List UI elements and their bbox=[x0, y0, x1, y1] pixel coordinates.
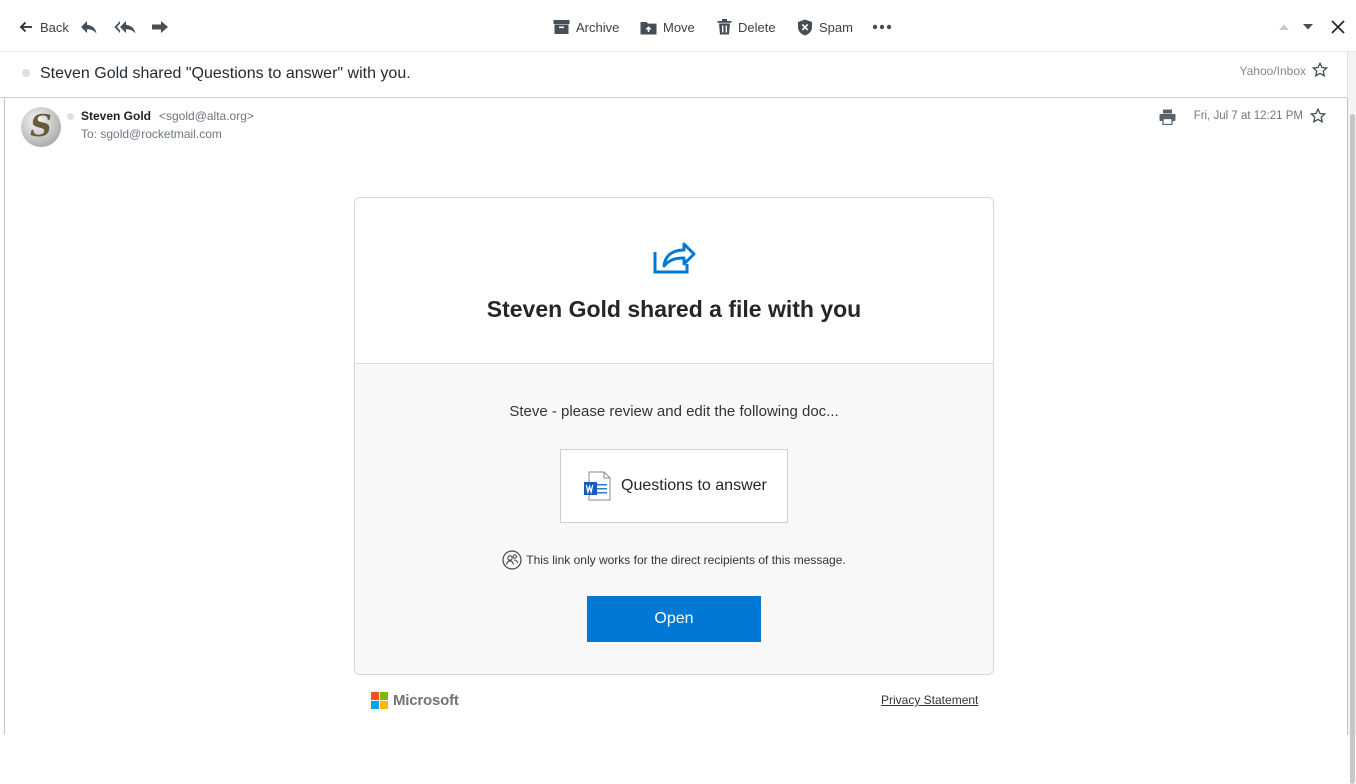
star-outline-icon bbox=[1311, 61, 1329, 78]
microsoft-grid-icon bbox=[371, 692, 388, 709]
reply-button[interactable] bbox=[80, 14, 98, 40]
sender-email: <sgold@alta.org> bbox=[159, 109, 254, 123]
arrow-left-icon bbox=[19, 21, 32, 33]
share-card: Steven Gold shared a file with you Steve… bbox=[354, 197, 994, 675]
link-restriction-note: This link only works for the direct reci… bbox=[355, 550, 993, 570]
scrollbar-track[interactable] bbox=[1347, 52, 1356, 784]
back-button[interactable]: Back bbox=[18, 14, 69, 40]
share-arrow-icon bbox=[652, 236, 696, 281]
message-toolbar: Back Archive Move Delete Spam bbox=[0, 0, 1356, 52]
forward-button[interactable] bbox=[151, 14, 169, 40]
scrollbar-thumb[interactable] bbox=[1350, 114, 1355, 784]
star-conversation-button[interactable] bbox=[1311, 61, 1329, 83]
share-message: Steve - please review and edit the follo… bbox=[509, 403, 839, 420]
unread-dot bbox=[22, 69, 30, 77]
delete-label: Delete bbox=[738, 19, 776, 35]
archive-label: Archive bbox=[576, 19, 620, 35]
open-button[interactable]: Open bbox=[587, 596, 761, 642]
shared-file-name: Questions to answer bbox=[621, 477, 767, 494]
sender-status-dot bbox=[67, 113, 74, 120]
archive-icon bbox=[553, 20, 570, 34]
share-title: Steven Gold shared a file with you bbox=[486, 296, 862, 322]
sender-name[interactable]: Steven Gold bbox=[81, 109, 151, 123]
avatar-letter: S bbox=[30, 109, 52, 144]
star-message-button[interactable] bbox=[1309, 107, 1327, 129]
print-button[interactable] bbox=[1159, 109, 1176, 130]
reply-all-button[interactable] bbox=[114, 14, 138, 40]
avatar: S bbox=[21, 107, 61, 147]
more-dots-icon bbox=[872, 24, 892, 30]
move-label: Move bbox=[663, 19, 695, 35]
people-circle-icon bbox=[502, 550, 522, 570]
back-label: Back bbox=[40, 19, 69, 35]
star-outline-icon bbox=[1309, 107, 1327, 124]
microsoft-wordmark: Microsoft bbox=[393, 692, 459, 709]
move-button[interactable]: Move bbox=[640, 14, 695, 40]
privacy-statement-link[interactable]: Privacy Statement bbox=[881, 693, 978, 707]
printer-icon bbox=[1159, 109, 1176, 126]
archive-button[interactable]: Archive bbox=[553, 14, 619, 40]
recipient-line: To: sgold@rocketmail.com bbox=[81, 127, 222, 141]
more-button[interactable] bbox=[872, 14, 892, 40]
subject-title: Steven Gold shared "Questions to answer"… bbox=[40, 65, 411, 82]
previous-message-button[interactable] bbox=[1278, 14, 1290, 40]
folder-move-icon bbox=[640, 21, 657, 34]
word-document-icon bbox=[583, 471, 611, 506]
message-date: Fri, Jul 7 at 12:21 PM bbox=[1193, 110, 1303, 122]
reply-icon bbox=[81, 21, 97, 34]
caret-up-icon bbox=[1279, 24, 1289, 30]
close-button[interactable] bbox=[1330, 14, 1346, 40]
reply-all-icon bbox=[114, 21, 136, 34]
microsoft-logo: Microsoft bbox=[371, 692, 459, 709]
share-card-header: Steven Gold shared a file with you bbox=[355, 198, 993, 364]
subject-row: Steven Gold shared "Questions to answer"… bbox=[0, 52, 1350, 98]
spam-button[interactable]: Spam bbox=[797, 14, 853, 40]
shared-file-link[interactable]: Questions to answer bbox=[560, 449, 788, 523]
shield-icon bbox=[798, 19, 812, 35]
next-message-button[interactable] bbox=[1302, 14, 1314, 40]
link-restriction-text: This link only works for the direct reci… bbox=[526, 553, 846, 567]
close-icon bbox=[1331, 20, 1345, 34]
spam-label: Spam bbox=[819, 19, 853, 35]
folder-link[interactable]: Yahoo/Inbox bbox=[1240, 64, 1307, 78]
trash-icon bbox=[717, 19, 732, 35]
delete-button[interactable]: Delete bbox=[717, 14, 776, 40]
forward-icon bbox=[152, 21, 168, 33]
caret-down-icon bbox=[1303, 24, 1313, 30]
